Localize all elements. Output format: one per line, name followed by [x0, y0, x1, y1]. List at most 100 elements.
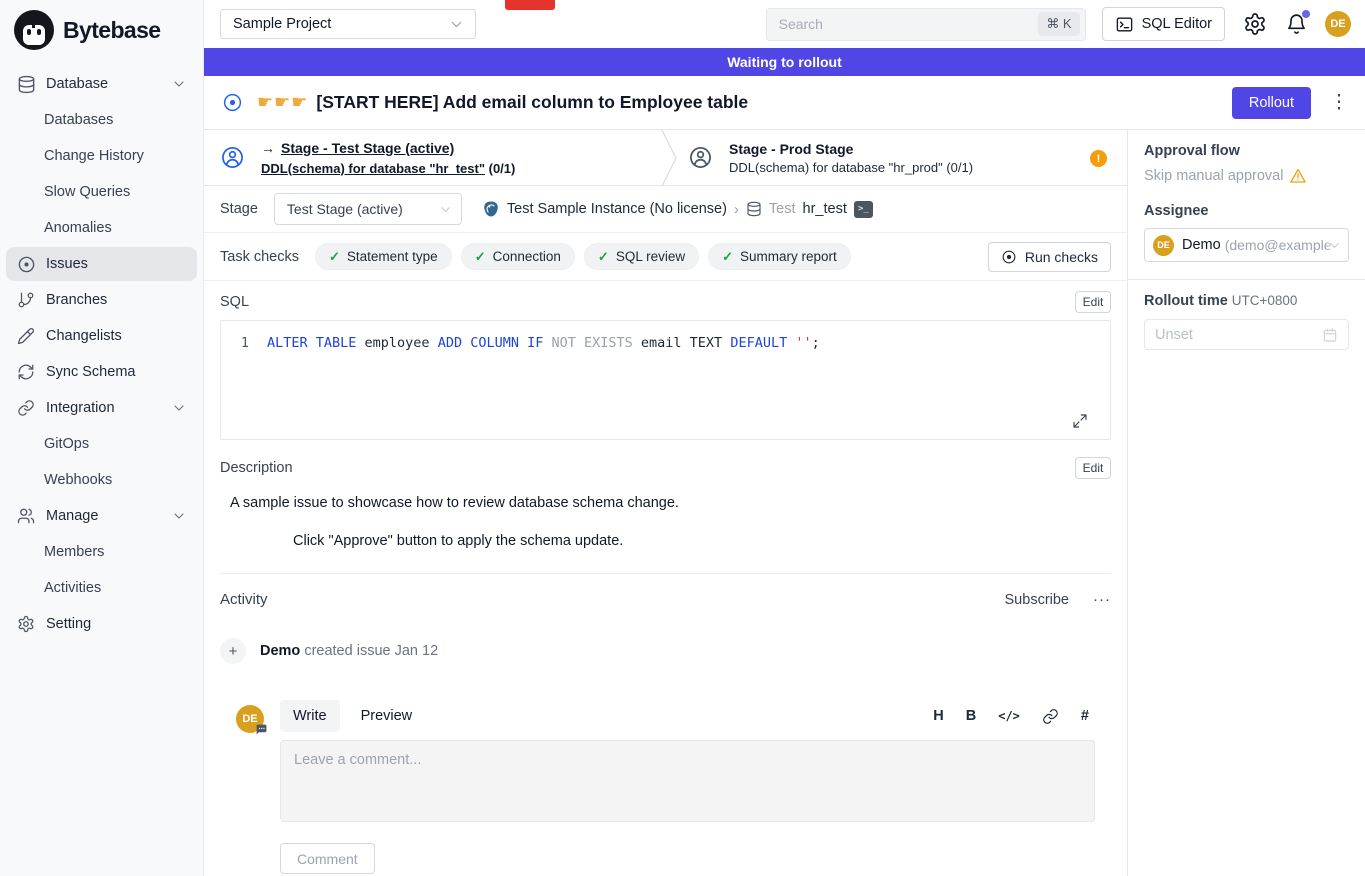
issue-status-icon [222, 92, 243, 113]
stage-card-prod[interactable]: Stage - Prod Stage DDL(schema) for datab… [660, 130, 973, 185]
sidebar-item-activities[interactable]: Activities [6, 571, 197, 605]
approval-flow-label: Approval flow [1144, 143, 1349, 159]
pointing-hand-icons: ☛☛☛ [257, 92, 308, 113]
description-edit-button[interactable]: Edit [1075, 457, 1111, 479]
sidebar-item-integration[interactable]: Integration [6, 391, 197, 425]
sidebar-item-gitops[interactable]: GitOps [6, 427, 197, 461]
stage-card-test[interactable]: →Stage - Test Stage (active) DDL(schema)… [204, 130, 660, 185]
sidebar-item-database[interactable]: Database [6, 67, 197, 101]
message-bubble-icon [255, 723, 268, 736]
calendar-icon [1322, 327, 1338, 343]
sidebar-item-issues[interactable]: Issues [6, 247, 197, 281]
plus-icon: + [220, 638, 246, 664]
sidebar-item-anomalies[interactable]: Anomalies [6, 211, 197, 245]
sidebar-item-setting[interactable]: Setting [6, 607, 197, 641]
sidebar-item-label: Integration [46, 400, 115, 416]
subscribe-button[interactable]: Subscribe [1005, 592, 1069, 608]
sql-section: SQL Edit 1 ALTER TABLE employee ADD COLU… [204, 281, 1127, 440]
brand-logo[interactable]: Bytebase [0, 0, 203, 58]
sidebar-item-slow-queries[interactable]: Slow Queries [6, 175, 197, 209]
environment-name: Test [769, 201, 796, 217]
task-checks-label: Task checks [220, 249, 299, 265]
comment-input[interactable] [280, 740, 1095, 822]
heading-format-icon[interactable]: H [933, 708, 943, 724]
check-pill-summary-report[interactable]: ✓Summary report [708, 243, 851, 270]
kebab-menu-icon[interactable]: ⋮ [1327, 91, 1351, 114]
line-number: 1 [221, 335, 267, 351]
sidebar-item-members[interactable]: Members [6, 535, 197, 569]
stage-separator [660, 130, 678, 186]
description-label: Description [220, 460, 293, 476]
comment-submit-button[interactable]: Comment [280, 843, 375, 874]
rollout-time-input[interactable]: Unset [1144, 319, 1349, 350]
stage-dropdown[interactable]: Test Stage (active) [274, 193, 462, 225]
gear-icon [16, 614, 36, 634]
issue-title: [START HERE] Add email column to Employe… [316, 92, 748, 113]
sidebar-item-branches[interactable]: Branches [6, 283, 197, 317]
search-input[interactable] [779, 16, 1039, 32]
sidebar-nav: Database Databases Change History Slow Q… [0, 58, 203, 650]
stage-strip: →Stage - Test Stage (active) DDL(schema)… [204, 130, 1127, 186]
settings-gear-icon[interactable] [1243, 12, 1267, 36]
sql-editor-button[interactable]: SQL Editor [1102, 7, 1225, 41]
sidebar-item-changelists[interactable]: Changelists [6, 319, 197, 353]
sidebar-item-label: Changelists [46, 328, 122, 344]
chevron-down-icon [448, 16, 465, 33]
hash-format-icon[interactable]: # [1081, 708, 1089, 724]
sidebar-item-change-history[interactable]: Change History [6, 139, 197, 173]
check-pill-statement-type[interactable]: ✓Statement type [315, 243, 452, 270]
description-text: Click "Approve" button to apply the sche… [293, 533, 1111, 549]
sync-icon [16, 362, 36, 382]
user-avatar[interactable]: DE [1325, 11, 1351, 37]
rollout-time-label: Rollout timeUTC+0800 [1144, 293, 1349, 309]
brand-name: Bytebase [63, 17, 160, 44]
search-box[interactable]: ⌘ K [766, 8, 1086, 41]
assignee-avatar: DE [1153, 235, 1174, 256]
stage-task-link[interactable]: DDL(schema) for database "hr_test" (0/1) [261, 161, 515, 176]
description-text: A sample issue to showcase how to review… [230, 495, 1111, 511]
sql-edit-button[interactable]: Edit [1075, 291, 1111, 313]
sidebar-item-label: Setting [46, 616, 91, 632]
pencil-icon [16, 326, 36, 346]
sidebar-item-label: Database [46, 76, 108, 92]
assignee-dropdown[interactable]: DE Demo (demo@example [1144, 228, 1349, 262]
warning-triangle-icon [1289, 167, 1307, 185]
run-icon [1001, 249, 1017, 265]
sql-editor[interactable]: 1 ALTER TABLE employee ADD COLUMN IF NOT… [220, 320, 1111, 440]
sidebar-item-manage[interactable]: Manage [6, 499, 197, 533]
instance-name[interactable]: Test Sample Instance (No license) [507, 201, 727, 217]
activity-label: Activity [220, 591, 268, 608]
activity-actor: Demo [260, 643, 300, 659]
chevron-down-icon [171, 76, 187, 92]
bold-format-icon[interactable]: B [966, 708, 976, 724]
sidebar-item-label: Branches [46, 292, 107, 308]
project-selector[interactable]: Sample Project [220, 9, 476, 39]
sidebar-item-sync-schema[interactable]: Sync Schema [6, 355, 197, 389]
stage-selector-row: Stage Test Stage (active) Test Sample In… [204, 186, 1127, 233]
check-pill-connection[interactable]: ✓Connection [461, 243, 575, 270]
activity-menu-icon[interactable]: ··· [1093, 591, 1111, 608]
code-format-icon[interactable]: </> [998, 709, 1020, 723]
check-pill-sql-review[interactable]: ✓SQL review [584, 243, 699, 270]
issue-header: ☛☛☛ [START HERE] Add email column to Emp… [204, 76, 1365, 130]
git-branch-icon [16, 290, 36, 310]
active-stage-arrow: → [261, 140, 275, 156]
check-icon: ✓ [722, 249, 733, 265]
link-format-icon[interactable] [1042, 708, 1059, 725]
open-sql-editor-icon[interactable]: >_ [854, 201, 873, 218]
expand-editor-icon[interactable] [1072, 413, 1088, 429]
chevron-right-icon: › [734, 201, 739, 218]
link-icon [16, 398, 36, 418]
run-checks-button[interactable]: Run checks [988, 242, 1111, 272]
sidebar-item-webhooks[interactable]: Webhooks [6, 463, 197, 497]
chevron-down-icon [1327, 238, 1342, 253]
tab-write[interactable]: Write [280, 700, 340, 732]
database-icon [746, 201, 762, 217]
tab-preview[interactable]: Preview [348, 700, 426, 732]
rollout-button[interactable]: Rollout [1232, 87, 1311, 119]
database-name[interactable]: hr_test [803, 201, 847, 217]
sidebar-item-databases[interactable]: Databases [6, 103, 197, 137]
stage-task-text: DDL(schema) for database "hr_prod" (0/1) [729, 160, 973, 175]
left-sidebar: Bytebase Database Databases Change Histo… [0, 0, 204, 876]
notification-bell-icon[interactable] [1285, 12, 1309, 36]
